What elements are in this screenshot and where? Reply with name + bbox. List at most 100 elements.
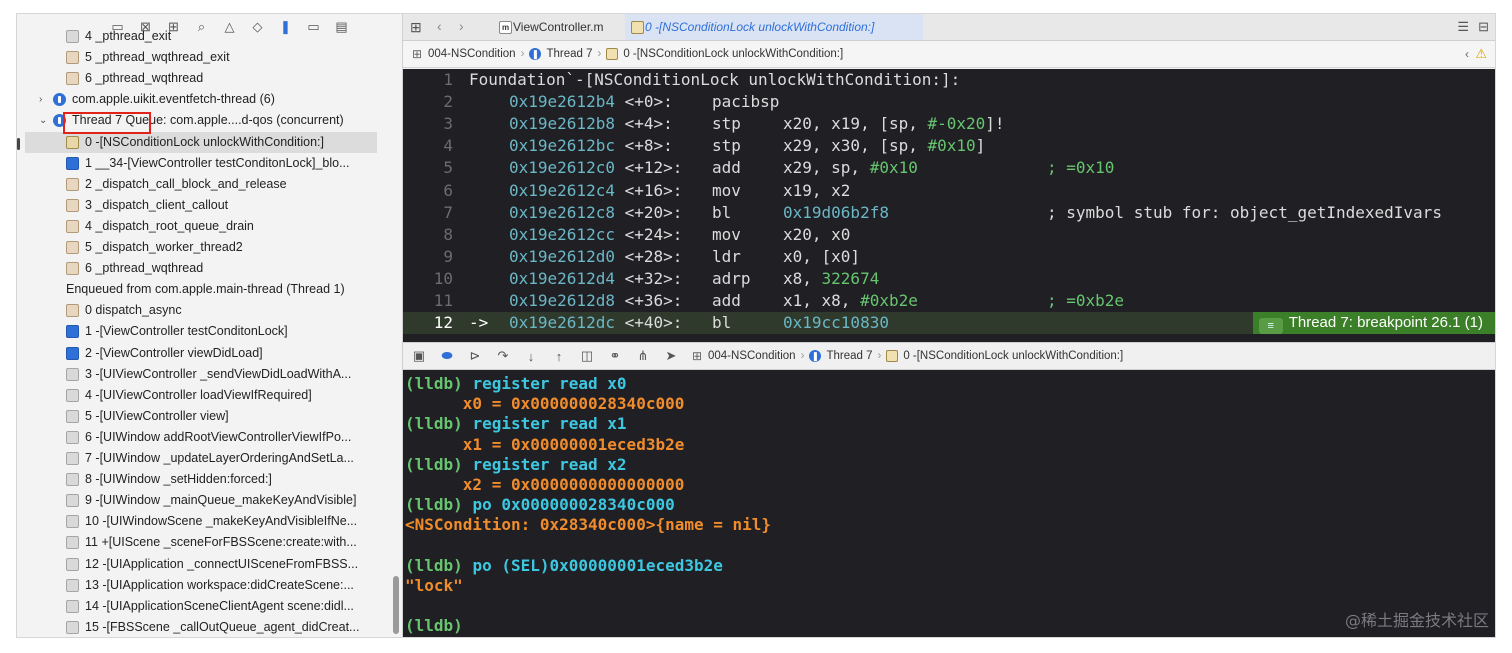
operand-immediate: #0xb2e	[860, 291, 918, 310]
code-line[interactable]: 5 0x19e2612c0 <+12>: add x29, sp, #0x10 ; =0…	[403, 157, 1495, 179]
code-line[interactable]: 7 0x19e2612c8 <+20>: bl 0x19d06b2f8 ; symbol…	[403, 202, 1495, 224]
navigator-row[interactable]: 9 -[UIWindow _mainQueue_makeKeyAndVisibl…	[17, 490, 402, 511]
instruction-address: 0x19e2612dc <+40>:	[509, 312, 682, 334]
debug-crumb-frame[interactable]: 0 -[NSConditionLock unlockWithCondition:…	[903, 350, 1123, 362]
navigator-row[interactable]: 12 -[UIApplication _connectUISceneFromFB…	[17, 554, 402, 575]
code-line[interactable]: 9 0x19e2612d0 <+28>: ldr x0, [x0]	[403, 246, 1495, 268]
code-line[interactable]: 4 0x19e2612bc <+8>: stp x29, x30, [sp, #0x1…	[403, 135, 1495, 157]
grid-icon[interactable]: ⊞	[410, 19, 422, 36]
continue-icon[interactable]: ⊳	[467, 348, 483, 364]
line-number[interactable]: 2	[403, 91, 453, 113]
navigator-row[interactable]: 4 _dispatch_root_queue_drain	[17, 216, 402, 237]
line-number[interactable]: 1	[403, 69, 453, 91]
grid-icon[interactable]: ⊞	[411, 48, 423, 60]
step-into-icon[interactable]: ↓	[523, 349, 539, 364]
code-line[interactable]: 8 0x19e2612cc <+24>: mov x20, x0	[403, 224, 1495, 246]
navigator-row[interactable]: 5 _pthread_wqthread_exit	[17, 47, 402, 68]
inspector-icon[interactable]: ☰	[1457, 19, 1469, 35]
navigator-row[interactable]: 0 -[NSConditionLock unlockWithCondition:…	[25, 131, 377, 153]
line-number[interactable]: 5	[403, 157, 453, 179]
debug-crumb-project[interactable]: 004-NSCondition	[708, 350, 796, 362]
lldb-console[interactable]: @稀土掘金技术社区 (lldb) register read x0 x0 = 0…	[403, 370, 1495, 637]
line-number[interactable]: 9	[403, 246, 453, 268]
lldb-command: register read x2	[472, 454, 627, 474]
navigator-scrollbar[interactable]	[393, 576, 399, 634]
memory-graph-icon[interactable]: ⚭	[607, 348, 623, 364]
navigator-row[interactable]: 1 -[ViewController testConditonLock]	[17, 321, 402, 342]
navigator-row-label: 5 _pthread_wqthread_exit	[85, 50, 230, 65]
chevron-right-icon: ›	[877, 350, 882, 362]
line-number[interactable]: 6	[403, 180, 453, 202]
navigator-row-label: 6 _pthread_wqthread	[85, 261, 204, 276]
navigator-row[interactable]: › com.apple.uikit.eventfetch-thread (6)	[17, 89, 402, 110]
line-number[interactable]: 7	[403, 202, 453, 224]
tab-stack-frame[interactable]: 0 -[NSConditionLock unlockWithCondition:…	[625, 14, 923, 40]
code-line[interactable]: 3 0x19e2612b8 <+4>: stp x20, x19, [sp, #-0x…	[403, 113, 1495, 135]
navigator-row[interactable]: 4 _pthread_exit	[17, 26, 402, 47]
navigator-row[interactable]: 0 dispatch_async	[17, 300, 402, 321]
navigator-row[interactable]: 7 -[UIWindow _updateLayerOrderingAndSetL…	[17, 448, 402, 469]
address-value: 0x19e2612c4	[509, 180, 615, 200]
line-number[interactable]: 3	[403, 113, 453, 135]
debug-crumb-thread[interactable]: Thread 7	[826, 350, 872, 362]
chevron-right-icon: ›	[597, 48, 602, 60]
address-offset: <+40>:	[624, 313, 683, 333]
system-frame-icon	[66, 515, 79, 529]
navigator-row[interactable]: 3 _dispatch_client_callout	[17, 195, 402, 216]
forward-arrow-icon[interactable]: ›	[459, 18, 464, 34]
line-number[interactable]: 8	[403, 224, 453, 246]
hide-debug-area-icon[interactable]: ▣	[411, 348, 427, 364]
chevron-down-icon[interactable]: ⌄	[39, 110, 47, 131]
instruction-address: 0x19e2612c8 <+20>:	[509, 202, 682, 224]
line-number[interactable]: 12	[403, 312, 453, 334]
navigator-row[interactable]: 14 -[UIApplicationSceneClientAgent scene…	[17, 596, 402, 617]
navigator-row[interactable]: 3 -[UIViewController _sendViewDidLoadWit…	[17, 364, 402, 385]
tab-viewcontroller[interactable]: m ViewController.m	[493, 14, 623, 40]
step-out-icon[interactable]: ↑	[551, 349, 567, 364]
view-hierarchy-icon[interactable]: ◫	[579, 348, 595, 364]
jumpbar-project[interactable]: 004-NSCondition	[428, 48, 516, 60]
code-line[interactable]: 12 -> 0x19e2612dc <+40>: bl 0x19cc10830 ≡ Thre…	[403, 312, 1495, 335]
navigator-row[interactable]: 10 -[UIWindowScene _makeKeyAndVisibleIfN…	[17, 511, 402, 532]
code-line[interactable]: 10 0x19e2612d4 <+32>: adrp x8, 322674	[403, 268, 1495, 290]
split-editor-icon[interactable]: ⊟	[1478, 19, 1489, 35]
chevron-right-icon[interactable]: ›	[39, 89, 42, 110]
navigator-row[interactable]: 2 -[ViewController viewDidLoad]	[17, 343, 402, 364]
grid-icon[interactable]: ⊞	[691, 350, 703, 362]
navigator-row[interactable]: 1 __34-[ViewController testConditonLock]…	[17, 153, 402, 174]
operand-immediate: 322674	[821, 268, 880, 288]
navigator-row[interactable]: Enqueued from com.apple.main-thread (Thr…	[17, 279, 402, 300]
navigator-row[interactable]: 13 -[UIApplication workspace:didCreateSc…	[17, 575, 402, 596]
disassembly-view[interactable]: 1 Foundation`-[NSConditionLock unlockWith…	[403, 69, 1495, 342]
breakpoint-badge[interactable]: ≡ Thread 7: breakpoint 26.1 (1)	[1252, 312, 1495, 335]
line-number[interactable]: 10	[403, 268, 453, 290]
system-frame-icon	[66, 262, 79, 276]
location-icon[interactable]: ➤	[663, 348, 679, 364]
code-line[interactable]: 1 Foundation`-[NSConditionLock unlockWith…	[403, 69, 1495, 91]
navigator-row[interactable]: 6 _pthread_wqthread	[17, 258, 402, 279]
environment-icon[interactable]: ⋔	[635, 348, 651, 364]
navigator-row[interactable]: 6 _pthread_wqthread	[17, 68, 402, 89]
back-arrow-icon[interactable]: ‹	[437, 18, 442, 34]
jumpbar-thread[interactable]: Thread 7	[546, 48, 592, 60]
warning-icon[interactable]: ⚠	[1475, 46, 1487, 62]
navigator-row[interactable]: 5 -[UIViewController view]	[17, 406, 402, 427]
navigator-row[interactable]: 5 _dispatch_worker_thread2	[17, 237, 402, 258]
navigator-row[interactable]: 15 -[FBSScene _callOutQueue_agent_didCre…	[17, 617, 402, 637]
line-number[interactable]: 4	[403, 135, 453, 157]
chevron-left-icon[interactable]: ‹	[1465, 47, 1469, 61]
navigator-row[interactable]: 2 _dispatch_call_block_and_release	[17, 174, 402, 195]
navigator-row-label: 13 -[UIApplication workspace:didCreateSc…	[85, 577, 354, 592]
line-number[interactable]: 11	[403, 290, 453, 312]
breakpoints-toggle-icon[interactable]: ⬬	[439, 348, 455, 364]
navigator-row[interactable]: 11 +[UIScene _sceneForFBSScene:create:wi…	[17, 532, 402, 553]
code-line[interactable]: 11 0x19e2612d8 <+36>: add x1, x8, #0xb2e ; =…	[403, 290, 1495, 312]
code-line[interactable]: 6 0x19e2612c4 <+16>: mov x19, x2	[403, 180, 1495, 202]
jumpbar-frame[interactable]: 0 -[NSConditionLock unlockWithCondition:…	[623, 48, 843, 60]
navigator-row[interactable]: 4 -[UIViewController loadViewIfRequired]	[17, 385, 402, 406]
navigator-row[interactable]: 6 -[UIWindow addRootViewControllerViewIf…	[17, 427, 402, 448]
navigator-row[interactable]: 8 -[UIWindow _setHidden:forced:]	[17, 469, 402, 490]
step-over-icon[interactable]: ↷	[495, 348, 511, 364]
debug-navigator: ▭ ⊠ ⊞ ⌕ △ ◇ ❚ ▭ ▤ 4 _pthread_exit 5 _pthr…	[17, 14, 403, 637]
code-line[interactable]: 2 0x19e2612b4 <+0>: pacibsp	[403, 91, 1495, 113]
